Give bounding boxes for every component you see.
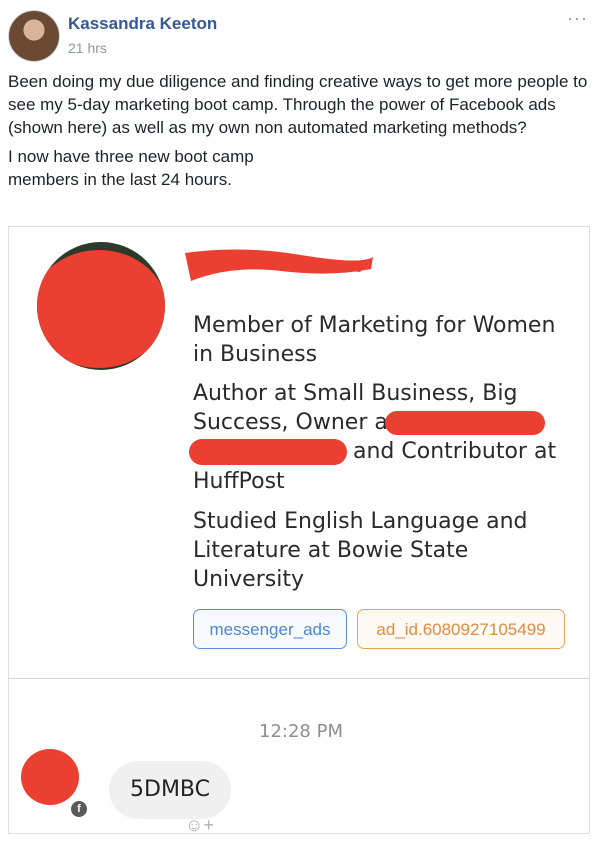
author-avatar[interactable] xyxy=(8,10,60,62)
redaction-mark xyxy=(189,439,347,465)
messenger-chat: 12:28 PM f 5DMBC ☺+ xyxy=(9,679,589,834)
profile-detail-huffpost: HuffPost xyxy=(193,469,285,494)
post-body: Been doing my due diligence and finding … xyxy=(8,70,592,197)
sender-avatar-redacted xyxy=(21,749,79,805)
chat-timestamp: 12:28 PM xyxy=(259,721,343,742)
tag-ad-id[interactable]: ad_id.6080927105499 xyxy=(357,609,565,649)
add-reaction-icon[interactable]: ☺+ xyxy=(185,816,221,834)
post-paragraph-1: Been doing my due diligence and finding … xyxy=(8,72,588,137)
post-header: Kassandra Keeton 21 hrs ··· xyxy=(8,9,592,62)
profile-detail-education: Studied English Language and Literature … xyxy=(193,509,528,592)
facebook-badge-icon: f xyxy=(71,801,87,817)
tag-messenger-ads[interactable]: messenger_ads xyxy=(193,609,347,649)
author-name[interactable]: Kassandra Keeton xyxy=(68,14,217,34)
profile-detail-contributor: and Contributor at xyxy=(353,439,557,464)
redaction-mark xyxy=(37,250,165,368)
post-timestamp[interactable]: 21 hrs xyxy=(68,40,107,56)
redaction-mark xyxy=(385,411,545,435)
profile-detail-membership: Member of Marketing for Women in Busines… xyxy=(193,313,556,367)
more-options-icon[interactable]: ··· xyxy=(567,9,588,27)
name-redaction-mark xyxy=(185,249,373,281)
messenger-profile-card: Member of Marketing for Women in Busines… xyxy=(9,227,589,677)
post-paragraph-2: I now have three new boot camp members i… xyxy=(8,147,254,189)
profile-photo-redacted xyxy=(37,242,165,370)
message-bubble[interactable]: 5DMBC xyxy=(109,761,231,819)
attached-screenshot[interactable]: Member of Marketing for Women in Busines… xyxy=(8,226,590,834)
